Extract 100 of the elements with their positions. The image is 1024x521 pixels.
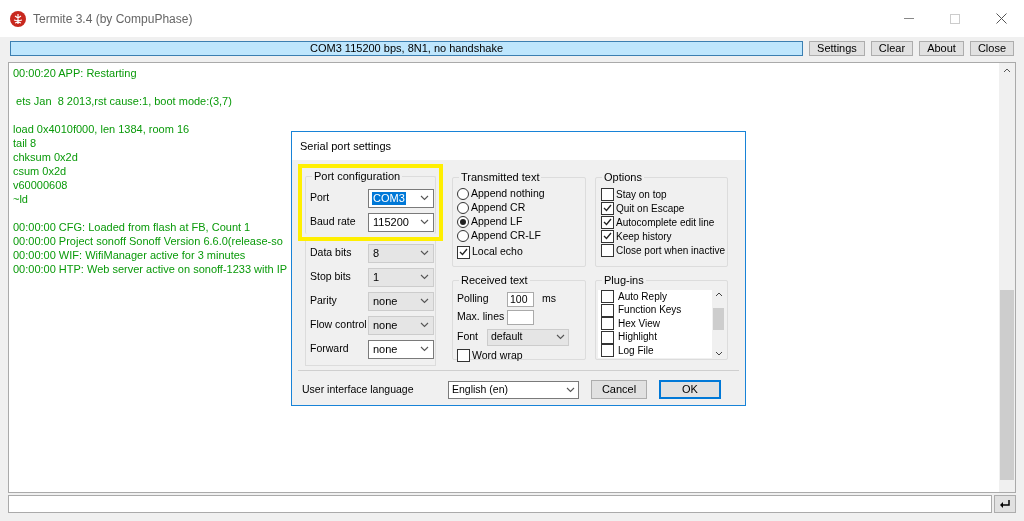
chevron-down-icon xyxy=(420,346,429,352)
dropdown[interactable]: none xyxy=(368,339,434,359)
font-dropdown[interactable]: default xyxy=(487,328,569,346)
checkbox-label: Word wrap xyxy=(472,347,523,363)
input-field[interactable] xyxy=(8,495,992,513)
checkbox[interactable] xyxy=(601,344,614,358)
toolbar-button[interactable]: Close xyxy=(969,41,1014,56)
chevron-down-icon xyxy=(556,334,565,340)
terminal-line: tail 8 xyxy=(13,136,37,150)
checkbox-label: Close port when inactive xyxy=(616,243,725,258)
toolbar-button[interactable]: Clear xyxy=(870,41,914,56)
language-dropdown[interactable]: English (en) xyxy=(448,380,579,399)
radio-label: Append CR-LF xyxy=(471,228,542,244)
terminal-line: csum 0x2d xyxy=(13,164,67,178)
checkbox-label: Keep history xyxy=(616,229,672,244)
field-label: Data bits xyxy=(310,245,353,261)
enter-icon xyxy=(999,499,1011,509)
terminal-line: 00:00:00 WIF: WifiManager active for 3 minutes xyxy=(13,248,246,262)
plugin-label: Function Keys xyxy=(618,304,682,317)
toolbar-button[interactable]: About xyxy=(919,41,964,56)
dropdown-value: 115200 xyxy=(372,215,410,229)
group-title: Port configuration xyxy=(312,169,403,183)
dropdown[interactable]: COM3 xyxy=(368,188,434,208)
checkbox[interactable] xyxy=(601,330,614,344)
scroll-down-icon xyxy=(714,351,723,356)
send-button[interactable] xyxy=(994,495,1016,513)
dropdown-value: none xyxy=(372,318,399,332)
chevron-down-icon xyxy=(420,195,429,201)
chevron-down-icon xyxy=(420,322,429,328)
checkbox[interactable] xyxy=(601,303,614,317)
field-label: Forward xyxy=(310,341,350,357)
group-title: Options xyxy=(602,170,644,184)
dropdown-value: 1 xyxy=(372,270,381,284)
window-title: Termite 3.4 (by CompuPhase) xyxy=(33,10,193,28)
scroll-up-icon xyxy=(714,292,723,297)
chevron-down-icon xyxy=(420,250,429,256)
checkbox-label: Stay on top xyxy=(616,187,667,202)
maximize-icon xyxy=(950,13,960,24)
terminal-line: 00:00:20 APP: Restarting xyxy=(13,66,137,80)
chevron-down-icon xyxy=(420,219,429,225)
radio-button[interactable] xyxy=(457,188,469,200)
unit-label: ms xyxy=(542,291,556,307)
close-icon xyxy=(995,13,1007,24)
plugin-label: Log File xyxy=(618,344,654,357)
group-title: Plug-ins xyxy=(602,273,646,287)
checkbox[interactable] xyxy=(601,187,614,201)
radio-label: Append LF xyxy=(471,214,523,230)
radio-label: Append CR xyxy=(471,200,526,216)
plugin-label: Hex View xyxy=(618,317,661,330)
checkbox[interactable] xyxy=(601,243,614,257)
max-lines-field[interactable] xyxy=(507,309,534,325)
plugin-label: Highlight xyxy=(618,331,657,344)
polling-field[interactable]: 100 xyxy=(507,291,534,307)
checkbox[interactable] xyxy=(601,317,614,331)
plugin-item[interactable]: Highlight xyxy=(601,330,712,344)
checkbox-label: Quit on Escape xyxy=(616,201,685,216)
plugin-item[interactable]: Function Keys xyxy=(601,303,712,317)
group-title: Transmitted text xyxy=(459,170,542,184)
dropdown[interactable]: 115200 xyxy=(368,212,434,232)
plugin-item[interactable]: Hex View xyxy=(601,317,712,331)
status-bar: COM3 115200 bps, 8N1, no handshake xyxy=(10,41,804,56)
radio-button[interactable] xyxy=(457,202,469,214)
field-label: Stop bits xyxy=(310,269,352,285)
field-label: Max. lines xyxy=(457,309,506,325)
terminal-line: chksum 0x2d xyxy=(13,150,78,164)
chevron-down-icon xyxy=(420,298,429,304)
checkbox[interactable] xyxy=(457,349,470,362)
chevron-down-icon xyxy=(566,386,575,393)
scroll-up-icon xyxy=(1003,68,1011,73)
checkbox-label: Local echo xyxy=(472,244,523,260)
field-label: Font xyxy=(457,329,479,345)
dialog-button[interactable]: Cancel xyxy=(591,380,647,399)
terminal-line: 00:00:00 CFG: Loaded from flash at FB, Count 1 xyxy=(13,220,251,234)
field-label: Polling xyxy=(457,291,490,307)
terminal-line: ets Jan 8 2013,rst cause:1, boot mode:(3,7) xyxy=(15,94,232,108)
checkbox-label: Autocomplete edit line xyxy=(616,215,715,230)
dropdown-value: default xyxy=(491,329,523,345)
plugin-item[interactable]: Log File xyxy=(601,344,712,358)
checkbox[interactable] xyxy=(601,215,614,229)
terminal-line: 00:00:00 Project sonoff Sonoff Version 6.6.0(release-so xyxy=(13,234,283,248)
dropdown-value: English (en) xyxy=(452,381,509,397)
language-label: User interface language xyxy=(301,381,415,397)
checkbox[interactable] xyxy=(457,245,470,259)
field-label: Baud rate xyxy=(310,214,357,230)
toolbar-button[interactable]: Settings xyxy=(809,41,865,56)
scrollbar-thumb[interactable] xyxy=(1000,290,1014,480)
radio-button[interactable] xyxy=(457,216,469,228)
scrollbar-thumb[interactable] xyxy=(713,308,724,330)
field-label: Port xyxy=(310,190,331,206)
terminal-line: load 0x4010f000, len 1384, room 16 xyxy=(13,122,190,136)
radio-button[interactable] xyxy=(457,230,469,242)
checkbox[interactable] xyxy=(601,201,614,215)
chevron-down-icon xyxy=(420,274,429,280)
minimize-icon xyxy=(904,18,914,19)
checkbox[interactable] xyxy=(601,290,614,304)
dialog-button[interactable]: OK xyxy=(659,380,721,399)
checkbox[interactable] xyxy=(601,229,614,243)
plugin-item[interactable]: Auto Reply xyxy=(601,290,712,304)
terminal-line: ~ld xyxy=(13,192,28,206)
scrollbar[interactable] xyxy=(712,290,725,358)
